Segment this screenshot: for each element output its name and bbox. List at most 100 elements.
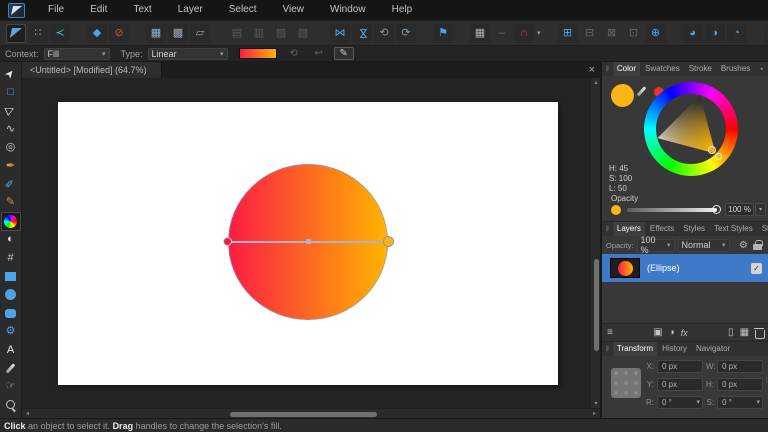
- view-tool[interactable]: ☞: [1, 378, 21, 396]
- layers-tab-layers[interactable]: Layers: [612, 222, 645, 236]
- close-icon[interactable]: ×: [589, 65, 595, 76]
- point-transform-tool[interactable]: ◎: [1, 139, 21, 157]
- account-icon[interactable]: [763, 23, 768, 43]
- vertical-scrollbar[interactable]: ▴ ▾: [590, 78, 600, 408]
- menu-select[interactable]: Select: [216, 0, 270, 20]
- vertical-scrollbar-thumb[interactable]: [593, 259, 599, 351]
- node-tool[interactable]: ▷: [1, 102, 21, 120]
- field-input-x[interactable]: 0 px: [657, 360, 703, 373]
- rounded-rectangle-tool[interactable]: [1, 304, 21, 322]
- layers-tab-styles[interactable]: Styles: [679, 222, 709, 236]
- color-picker-tool[interactable]: [1, 359, 21, 377]
- opacity-slider[interactable]: [627, 208, 717, 212]
- layer-effects-icon[interactable]: fx: [681, 328, 688, 338]
- layer-opacity-select[interactable]: 100 % ▾: [636, 235, 675, 255]
- color-tab-swatches[interactable]: Swatches: [641, 62, 684, 76]
- field-input-w[interactable]: 0 px: [717, 360, 763, 373]
- delete-layer-icon[interactable]: [754, 327, 766, 339]
- opacity-value[interactable]: 100 %: [725, 203, 754, 216]
- eyedropper-icon[interactable]: [636, 86, 647, 97]
- snapping-magnet-icon[interactable]: ∩: [514, 23, 534, 43]
- transform-bounds-icon[interactable]: ▱: [190, 23, 210, 43]
- color-wheel[interactable]: [644, 82, 738, 176]
- field-input-y[interactable]: 0 px: [657, 378, 703, 391]
- transform-tab-history[interactable]: History: [658, 342, 691, 356]
- panel-collapse-handle[interactable]: ‖: [606, 346, 609, 353]
- insert-shape-icon[interactable]: ◆: [87, 23, 107, 43]
- transform-tab-navigator[interactable]: Navigator: [692, 342, 734, 356]
- anchor-point-selector[interactable]: [611, 368, 641, 398]
- horizontal-scrollbar[interactable]: ◂ ▸: [22, 408, 600, 418]
- layer-stack-icon[interactable]: ≡: [607, 327, 613, 338]
- fill-tool[interactable]: [0, 212, 21, 231]
- new-layer-icon[interactable]: ▯: [728, 327, 734, 338]
- panel-collapse-handle[interactable]: ‖: [606, 66, 609, 73]
- boolean-combine-icon[interactable]: ⊕: [645, 23, 666, 43]
- color-tab-stroke[interactable]: Stroke: [685, 62, 716, 76]
- context-select[interactable]: Fill ▾: [43, 47, 110, 60]
- pixel-persona-icon[interactable]: ∷: [28, 23, 48, 43]
- opacity-dropdown-icon[interactable]: ▾: [755, 203, 766, 216]
- geometry-merge-icon[interactable]: ◕: [682, 23, 703, 43]
- layer-visibility-checkbox[interactable]: ✓: [751, 262, 762, 274]
- gradient-type-select[interactable]: Linear ▾: [147, 47, 228, 60]
- color-tab-color[interactable]: Color: [612, 62, 641, 76]
- move-tool[interactable]: ➤: [1, 65, 21, 83]
- menu-view[interactable]: View: [270, 0, 318, 20]
- adjustment-layer-icon[interactable]: ◑: [669, 327, 675, 338]
- snap-grid-icon[interactable]: ▦: [470, 23, 490, 43]
- text-tool[interactable]: A: [1, 341, 21, 359]
- geometry-divide-icon[interactable]: ◔: [726, 23, 747, 43]
- layers-tab-effects[interactable]: Effects: [646, 222, 678, 236]
- triangle-marker[interactable]: [708, 146, 716, 154]
- field-input-s[interactable]: 0 ° ▾: [717, 396, 763, 409]
- export-persona-icon[interactable]: ≺: [50, 23, 70, 43]
- rectangle-tool[interactable]: [1, 267, 21, 285]
- field-input-r[interactable]: 0 ° ▾: [657, 396, 703, 409]
- scroll-up-icon[interactable]: ▴: [591, 79, 600, 86]
- lock-icon[interactable]: [753, 240, 763, 250]
- canvas[interactable]: ▴ ▾: [22, 78, 600, 408]
- panel-collapse-handle[interactable]: ‖: [606, 226, 609, 233]
- style-none-icon[interactable]: ⊘: [109, 23, 129, 43]
- panel-menu-icon[interactable]: ▪: [761, 66, 765, 73]
- pencil-tool[interactable]: ✏: [1, 175, 21, 193]
- panel-resize-grip[interactable]: ⁞: [766, 376, 768, 385]
- active-color-swatch[interactable]: [611, 84, 634, 107]
- transform-tab-transform[interactable]: Transform: [612, 342, 658, 356]
- flip-vertical-icon[interactable]: ⋈: [352, 23, 372, 43]
- menu-edit[interactable]: Edit: [77, 0, 120, 20]
- corner-tool[interactable]: ∿: [1, 120, 21, 138]
- layers-tab-stock[interactable]: Stock: [758, 222, 768, 236]
- flip-horizontal-icon[interactable]: ⋈: [330, 23, 350, 43]
- horizontal-scrollbar-thumb[interactable]: [230, 411, 377, 417]
- shapes-tool[interactable]: ⚙: [1, 322, 21, 340]
- layer-row[interactable]: (Ellipse) ✓: [602, 254, 768, 282]
- scroll-down-icon[interactable]: ▾: [591, 400, 600, 407]
- alignment-icon[interactable]: ⚑: [433, 23, 453, 43]
- rotate-cw-icon[interactable]: ⟳: [396, 23, 416, 43]
- menu-window[interactable]: Window: [317, 0, 379, 20]
- pattern-layer-icon[interactable]: ▦: [740, 327, 749, 338]
- rotate-ccw-icon[interactable]: ⟲: [374, 23, 394, 43]
- boolean-add-icon[interactable]: ⊞: [557, 23, 578, 43]
- grid-icon[interactable]: ▦: [146, 23, 166, 43]
- menu-help[interactable]: Help: [379, 0, 426, 20]
- selection-bounds-icon[interactable]: ▩: [168, 23, 188, 43]
- menu-file[interactable]: File: [35, 0, 77, 20]
- vector-brush-tool[interactable]: ✎: [1, 194, 21, 212]
- field-input-h[interactable]: 0 px: [717, 378, 763, 391]
- designer-persona-button[interactable]: [6, 23, 26, 43]
- gradient-end-handle[interactable]: [383, 236, 394, 247]
- mask-layer-icon[interactable]: ▣: [653, 327, 662, 338]
- gradient-preview-swatch[interactable]: [238, 48, 277, 59]
- hue-ring-marker[interactable]: [715, 153, 722, 160]
- layers-tab-text-styles[interactable]: Text Styles: [710, 222, 757, 236]
- menu-layer[interactable]: Layer: [165, 0, 216, 20]
- edit-gradient-icon[interactable]: ✎: [333, 47, 354, 60]
- color-tab-brushes[interactable]: Brushes: [717, 62, 754, 76]
- scroll-right-icon[interactable]: ▸: [593, 409, 596, 419]
- dropdown-caret[interactable]: ▾: [537, 29, 541, 37]
- affinity-app-icon[interactable]: [8, 2, 25, 18]
- gradient-midpoint-handle[interactable]: [306, 239, 311, 244]
